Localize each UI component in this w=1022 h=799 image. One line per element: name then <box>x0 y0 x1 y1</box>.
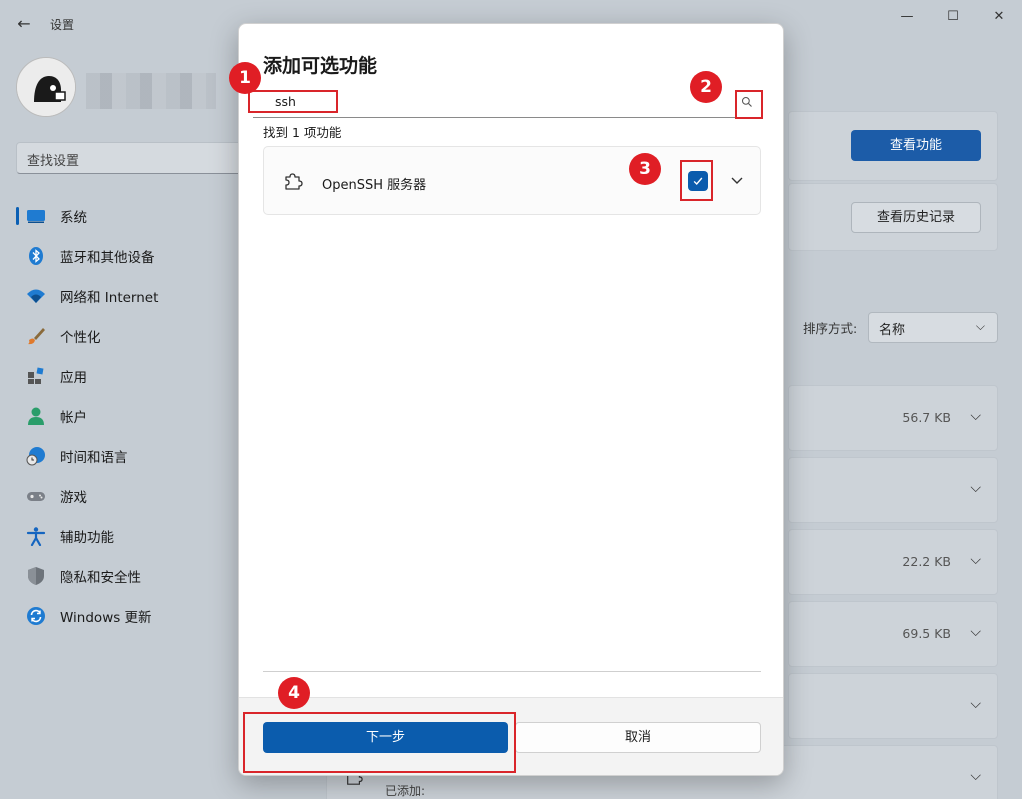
chevron-down-icon: ⌵ <box>970 768 981 784</box>
gamepad-icon <box>26 486 46 506</box>
feature-size: 22.2 KB <box>902 554 951 569</box>
shield-icon <box>26 566 46 586</box>
installed-feature-row[interactable]: 69.5 KB ⌵ <box>788 601 998 667</box>
installed-feature-row[interactable]: 56.7 KB ⌵ <box>788 385 998 451</box>
results-count: 找到 1 项功能 <box>263 125 342 140</box>
step-badge: 1 <box>229 62 261 94</box>
view-history-button[interactable]: 查看历史记录 <box>851 202 981 233</box>
sidebar-item-label: 游戏 <box>60 490 87 506</box>
chevron-down-icon: ⌵ <box>970 552 981 568</box>
chevron-down-icon: ⌵ <box>970 408 981 424</box>
annotation-box-search <box>248 90 338 113</box>
maximize-icon[interactable]: ☐ <box>930 6 976 30</box>
sort-dropdown[interactable]: 名称 ⌵ <box>868 312 998 343</box>
wifi-icon <box>26 286 46 306</box>
chevron-down-icon: ⌵ <box>975 319 985 333</box>
brush-icon <box>26 326 46 346</box>
sort-label: 排序方式: <box>803 321 858 336</box>
update-icon <box>26 606 46 626</box>
annotation-box-checkbox <box>680 160 713 201</box>
installed-feature-row[interactable]: 22.2 KB ⌵ <box>788 529 998 595</box>
feature-name: OpenSSH 服务器 <box>322 178 427 193</box>
annotation-box-next <box>243 712 516 773</box>
bluetooth-icon <box>26 246 46 266</box>
sidebar-item-label: 应用 <box>60 370 87 386</box>
sidebar-item-label: 帐户 <box>60 410 87 426</box>
chevron-down-icon[interactable] <box>729 172 745 188</box>
sidebar-item-label: 个性化 <box>60 330 101 346</box>
step-badge: 3 <box>629 153 661 185</box>
sort-value: 名称 <box>879 323 906 338</box>
sidebar-item-label: Windows 更新 <box>60 610 152 626</box>
feature-size: 56.7 KB <box>902 410 951 425</box>
annotation-box-search-button <box>735 90 763 119</box>
chevron-down-icon: ⌵ <box>970 696 981 712</box>
sidebar-item-label: 隐私和安全性 <box>60 570 141 586</box>
installed-feature-row[interactable]: ⌵ <box>788 457 998 523</box>
chevron-down-icon: ⌵ <box>970 480 981 496</box>
accessibility-icon <box>26 526 46 546</box>
back-arrow-icon[interactable]: ← <box>14 14 34 34</box>
globe-clock-icon <box>26 446 46 466</box>
feature-size: 69.5 KB <box>902 626 951 641</box>
step-badge: 4 <box>278 677 310 709</box>
profile-name-redacted <box>86 73 216 109</box>
sidebar-item-label: 时间和语言 <box>60 450 128 466</box>
sidebar-item-label: 网络和 Internet <box>60 290 159 306</box>
minimize-icon[interactable]: — <box>884 6 930 30</box>
sidebar-item-label: 系统 <box>60 210 87 226</box>
app-title: 设置 <box>50 18 75 32</box>
avatar[interactable] <box>16 57 76 117</box>
sidebar-item-label: 辅助功能 <box>60 530 114 546</box>
close-icon[interactable]: ✕ <box>976 6 1022 30</box>
sidebar-item-label: 蓝牙和其他设备 <box>60 250 155 266</box>
puzzle-icon <box>285 173 303 190</box>
monitor-icon <box>26 206 46 226</box>
apps-icon <box>26 366 46 386</box>
add-optional-feature-dialog: 添加可选功能 找到 1 项功能 OpenSSH 服务器 下一步 取消 <box>238 23 784 776</box>
chevron-down-icon: ⌵ <box>970 624 981 640</box>
divider <box>263 671 761 672</box>
person-icon <box>26 406 46 426</box>
feature-search-input[interactable] <box>275 94 715 109</box>
view-features-button[interactable]: 查看功能 <box>851 130 981 161</box>
added-label: 已添加: <box>385 784 426 798</box>
step-badge: 2 <box>690 71 722 103</box>
installed-feature-row[interactable]: ⌵ <box>788 673 998 739</box>
dialog-title: 添加可选功能 <box>263 55 378 77</box>
cancel-button[interactable]: 取消 <box>515 722 761 753</box>
